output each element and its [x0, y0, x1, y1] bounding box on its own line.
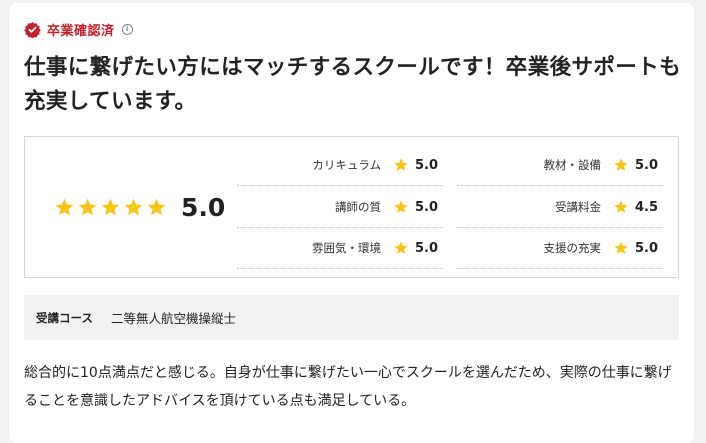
course-name: 二等無人航空機操縦士: [110, 311, 236, 326]
rating-label: 教材・設備: [543, 158, 602, 172]
star-icon: [101, 198, 120, 216]
rating-score: 5.0: [415, 240, 439, 256]
rating-tuition: 受講料金 4.5: [457, 187, 663, 228]
rating-score: 5.0: [415, 157, 439, 173]
overall-score: 5.0: [181, 193, 226, 222]
star-icon: [394, 200, 408, 213]
course-info: 受講コース 二等無人航空機操縦士: [24, 295, 679, 340]
check-badge-icon: [24, 22, 41, 38]
star-icon: [614, 200, 628, 213]
rating-support: 支援の充実 5.0: [457, 228, 663, 269]
rating-instructors: 講師の質 5.0: [237, 187, 443, 228]
rating-score: 5.0: [635, 157, 659, 173]
review-body: 総合的に10点満点だと感じる。自身が仕事に繋げたい一心でスクールを選んだため、実…: [24, 365, 672, 409]
rating-label: 支援の充実: [543, 241, 602, 255]
star-icon: [394, 241, 408, 254]
review-card: 卒業確認済 i 仕事に繋げたい方にはマッチするスクールです！卒業後サポートも充実…: [9, 3, 694, 443]
rating-score: 4.5: [635, 199, 659, 215]
star-icon: [124, 198, 143, 216]
overall-stars: [54, 197, 169, 218]
star-icon: [78, 198, 97, 216]
star-icon: [147, 198, 166, 216]
star-icon: [394, 158, 408, 171]
badge-label: 卒業確認済: [47, 24, 115, 39]
rating-score: 5.0: [415, 199, 439, 215]
info-icon[interactable]: i: [121, 24, 133, 35]
graduation-verified-badge: 卒業確認済 i: [24, 20, 133, 39]
rating-label: 雰囲気・環境: [312, 241, 381, 255]
rating-score: 5.0: [635, 240, 659, 256]
star-icon: [614, 241, 628, 254]
overall-rating: 5.0: [54, 193, 225, 222]
rating-materials: 教材・設備 5.0: [457, 145, 663, 186]
rating-label: 講師の質: [335, 200, 381, 214]
rating-label: 受講料金: [555, 200, 601, 214]
review-title: 仕事に繋げたい方にはマッチするスクールです！卒業後サポートも充実しています。: [24, 55, 682, 114]
course-label: 受講コース: [36, 310, 93, 325]
rating-atmosphere: 雰囲気・環境 5.0: [237, 228, 443, 269]
star-icon: [614, 158, 628, 171]
rating-box: 5.0 カリキュラム 5.0 教材・設備 5.0 講師の質 5.0 受講料金 4…: [24, 136, 679, 278]
rating-label: カリキュラム: [312, 158, 381, 172]
star-icon: [55, 198, 74, 216]
rating-curriculum: カリキュラム 5.0: [237, 145, 443, 186]
